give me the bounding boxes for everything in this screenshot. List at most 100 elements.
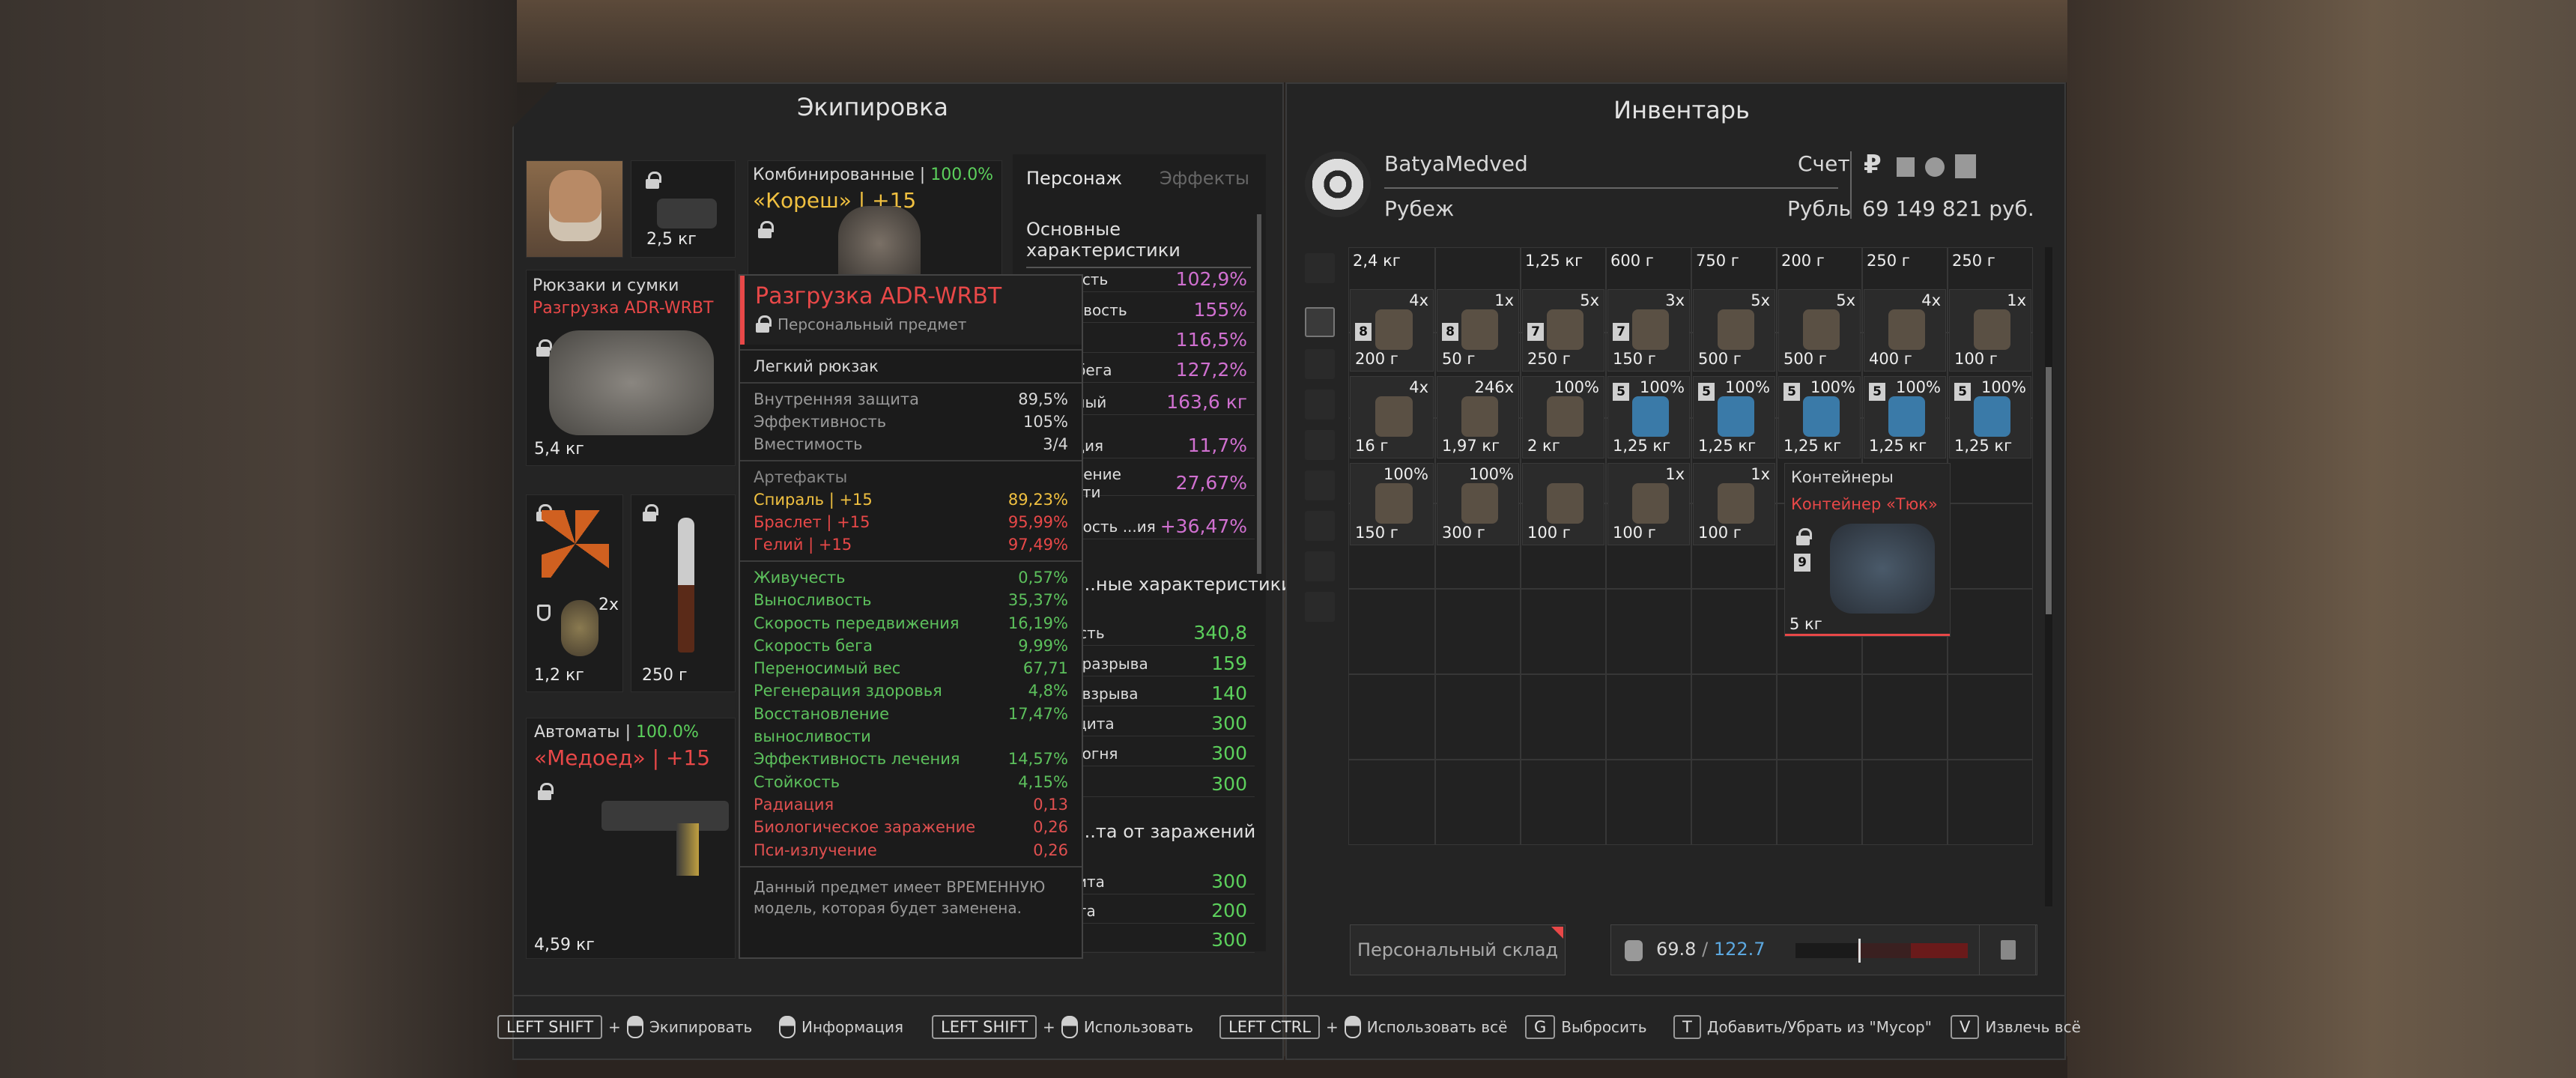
personal-stash-button[interactable]: Персональный склад	[1350, 924, 1566, 975]
inventory-item[interactable]: 1x 100 г	[1949, 289, 2031, 372]
hint-label: Экипировать	[649, 1018, 753, 1036]
hint-item: V Извлечь всё	[1951, 1013, 2081, 1041]
account-label: Счет	[1798, 151, 1850, 176]
item-count: 5x	[1751, 291, 1770, 309]
inventory-item[interactable]: 100% 5 1,25 кг	[1607, 376, 1690, 458]
tab-character[interactable]: Персонаж	[1026, 168, 1122, 189]
category-artifact-icon[interactable]	[1305, 430, 1335, 460]
inventory-item[interactable]: 100% 5 1,25 кг	[1949, 376, 2031, 458]
category-tools-icon[interactable]	[1305, 551, 1335, 581]
helmet-slot[interactable]	[526, 160, 623, 258]
item-weight: 1,2 кг	[534, 666, 584, 685]
stats-scrollbar[interactable]	[1257, 214, 1261, 574]
header-vdivider	[1850, 151, 1852, 219]
tooltip-stat-row: Пси-излучение 0,26	[754, 841, 1068, 859]
inventory-cell[interactable]	[1435, 589, 1521, 674]
inventory-cell[interactable]	[1521, 760, 1606, 845]
weapon-slot[interactable]: Автоматы | 100.0% «Медоед» | +15 4,59 кг	[526, 718, 736, 959]
inventory-cell[interactable]	[1606, 674, 1691, 760]
inventory-cell[interactable]	[1606, 760, 1691, 845]
inventory-cell[interactable]	[1691, 674, 1777, 760]
inventory-scrollbar[interactable]	[2045, 247, 2052, 906]
inventory-item[interactable]: 100% 300 г	[1437, 463, 1519, 545]
category-misc-icon[interactable]	[1305, 470, 1335, 500]
inventory-cell[interactable]	[1691, 760, 1777, 845]
category-container-icon[interactable]	[1305, 592, 1335, 622]
tier-badge: 5	[1783, 383, 1800, 401]
trash-button[interactable]	[1979, 924, 2036, 975]
inventory-cell[interactable]	[1521, 589, 1606, 674]
item-count: 1x	[1665, 465, 1685, 483]
inventory-item[interactable]: 1x 8 50 г	[1437, 289, 1519, 372]
lock-icon	[642, 504, 658, 522]
armor-slot[interactable]: Комбинированные | 100.0% «Кореш» | +15	[748, 160, 1002, 281]
inventory-cell[interactable]	[1521, 674, 1606, 760]
inventory-item[interactable]: 5x 500 г	[1778, 289, 1861, 372]
inventory-cell[interactable]	[1348, 674, 1435, 760]
inventory-item[interactable]: 100% 5 1,25 кг	[1693, 376, 1775, 458]
tier-badge: 5	[1869, 383, 1885, 401]
item-image	[1888, 309, 1925, 350]
inventory-item[interactable]: 3x 7 150 г	[1607, 289, 1690, 372]
hint-item: Информация	[779, 1013, 903, 1041]
inventory-item[interactable]: 100 г	[1522, 463, 1604, 545]
inventory-cell[interactable]	[1691, 589, 1777, 674]
inventory-item[interactable]: 5x 7 250 г	[1522, 289, 1604, 372]
inventory-item[interactable]: 1x 100 г	[1693, 463, 1775, 545]
inventory-item[interactable]: 4x 16 г	[1350, 376, 1434, 458]
item-image	[1375, 396, 1413, 437]
inventory-cell[interactable]	[1435, 674, 1521, 760]
tooltip-stat-row: Стойкость 4,15%	[754, 772, 1068, 791]
nightvision-slot[interactable]: 2,5 кг	[631, 160, 736, 258]
item-weight: 200 г	[1355, 350, 1398, 368]
tooltip-stat-row: Восстановление выносливости 17,47%	[754, 704, 1068, 746]
backpack-image	[549, 330, 714, 435]
tab-effects[interactable]: Эффекты	[1160, 168, 1249, 189]
inventory-cell[interactable]	[1948, 589, 2033, 674]
backpack-slot[interactable]: Рюкзаки и сумки Разгрузка ADR-WRBT 5,4 к…	[526, 270, 736, 466]
inventory-cell[interactable]	[1862, 674, 1948, 760]
inventory-cell[interactable]	[1348, 760, 1435, 845]
tooltip-stat-row: Переносимый вес 67,71	[754, 659, 1068, 678]
item-count: 5x	[1580, 291, 1599, 309]
inventory-cell[interactable]	[1948, 503, 2033, 589]
inventory-item[interactable]: 100% 5 1,25 кг	[1778, 376, 1861, 458]
item-weight: 1,25 кг	[1869, 437, 1927, 455]
inventory-cell[interactable]	[1348, 589, 1435, 674]
inventory-item[interactable]: 100% 2 кг	[1522, 376, 1604, 458]
inventory-item[interactable]: 100% 5 1,25 кг	[1864, 376, 1946, 458]
inventory-item[interactable]: 1x 100 г	[1607, 463, 1690, 545]
inventory-cell[interactable]	[1606, 589, 1691, 674]
hint-label: Добавить/Убрать из "Мусор"	[1706, 1018, 1932, 1036]
inventory-item[interactable]: 246x 1,97 кг	[1437, 376, 1519, 458]
inventory-cell[interactable]	[1777, 760, 1862, 845]
inventory-cell[interactable]	[1435, 760, 1521, 845]
category-grid-icon[interactable]	[1305, 307, 1335, 337]
inventory-item[interactable]: 4x 400 г	[1864, 289, 1946, 372]
inventory-cell[interactable]	[1777, 674, 1862, 760]
tooltip-stat-row: Живучесть 0,57%	[754, 569, 1068, 587]
tooltip-title: Разгрузка ADR-WRBT	[755, 283, 1002, 309]
category-armor-icon[interactable]	[1305, 349, 1335, 379]
hint-label: Информация	[801, 1018, 904, 1036]
background-top	[517, 0, 2067, 82]
weapon-image	[601, 801, 729, 831]
inventory-item[interactable]: 4x 8 200 г	[1350, 289, 1434, 372]
player-faction: Рубеж	[1384, 196, 1455, 221]
item-weight: 100 г	[1527, 524, 1571, 542]
item-image	[1718, 309, 1754, 350]
inventory-item[interactable]: 5x 500 г	[1693, 289, 1775, 372]
item-weight: 750 г	[1696, 252, 1739, 270]
inventory-cell[interactable]	[1862, 760, 1948, 845]
category-ammo-icon[interactable]	[1305, 511, 1335, 541]
inventory-item[interactable]: 100% 150 г	[1350, 463, 1434, 545]
artifact-belt-slot[interactable]: 2x 1,2 кг	[526, 494, 623, 692]
hint-label: Использовать	[1083, 1018, 1194, 1036]
inventory-cell[interactable]	[1948, 674, 2033, 760]
container-item[interactable]: Контейнеры Контейнер «Тюк» 9 5 кг	[1784, 463, 1951, 637]
category-all-icon[interactable]	[1305, 253, 1335, 283]
knife-slot[interactable]: 250 г	[631, 494, 736, 692]
item-count: 4x	[1409, 291, 1428, 309]
inventory-cell[interactable]	[1948, 760, 2033, 845]
category-weapon-icon[interactable]	[1305, 390, 1335, 420]
